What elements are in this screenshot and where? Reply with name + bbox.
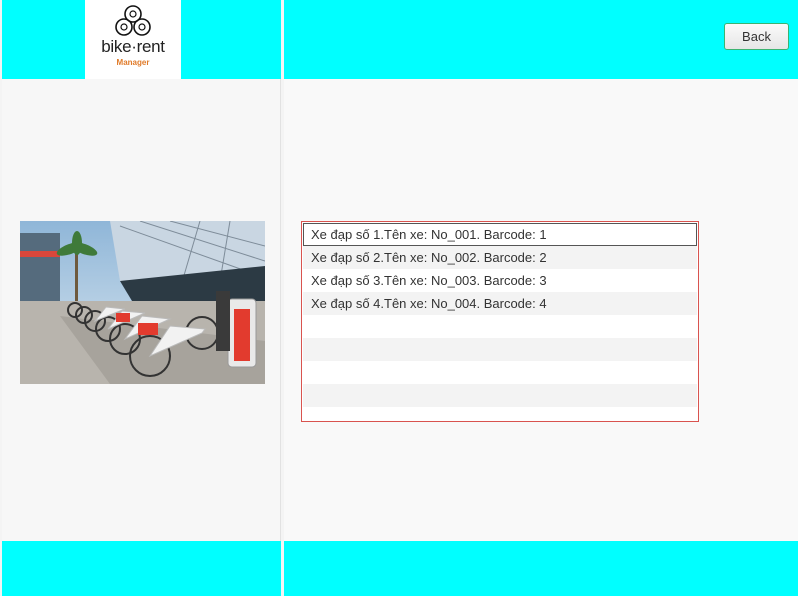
list-item-empty: [303, 338, 697, 361]
logo-subtitle: Manager: [116, 58, 150, 67]
logo-text: bike·rent: [101, 37, 165, 56]
bike-station-image: [20, 221, 265, 384]
left-footer: [2, 541, 281, 596]
list-item-empty: [303, 315, 697, 338]
list-item[interactable]: Xe đạp số 2.Tên xe: No_002. Barcode: 2: [303, 246, 697, 269]
list-item-empty: [303, 361, 697, 384]
back-button[interactable]: Back: [724, 23, 789, 50]
bike-list[interactable]: Xe đạp số 1.Tên xe: No_001. Barcode: 1 X…: [301, 221, 699, 422]
list-item-empty: [303, 384, 697, 407]
app-logo: bike·rent Manager: [85, 0, 181, 79]
list-item[interactable]: Xe đạp số 4.Tên xe: No_004. Barcode: 4: [303, 292, 697, 315]
bike-rent-logo-icon: [115, 5, 151, 36]
right-header: [284, 0, 798, 79]
right-footer: [284, 541, 798, 596]
list-item[interactable]: Xe đạp số 3.Tên xe: No_003. Barcode: 3: [303, 269, 697, 292]
list-item[interactable]: Xe đạp số 1.Tên xe: No_001. Barcode: 1: [303, 223, 697, 246]
